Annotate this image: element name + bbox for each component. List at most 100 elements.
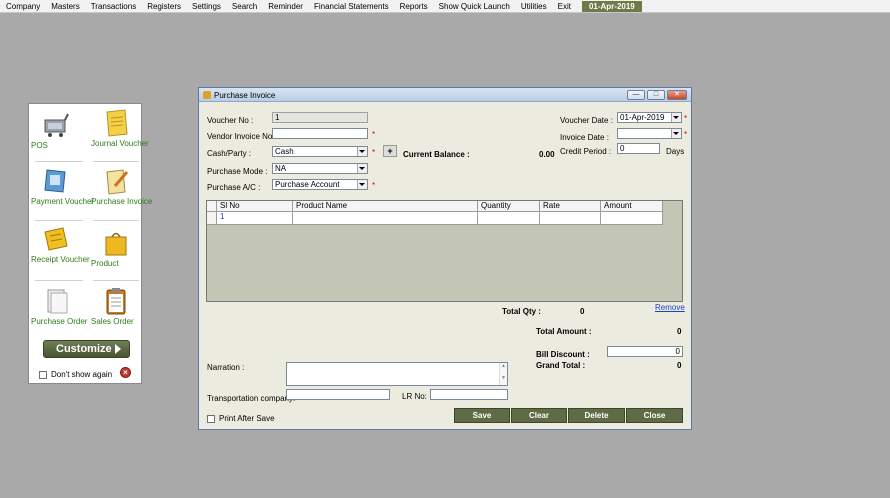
- cell-rate[interactable]: [540, 212, 601, 225]
- separator: [35, 220, 83, 221]
- column-header-rate[interactable]: Rate: [540, 201, 601, 212]
- vendor-invoice-label: Vendor Invoice No :: [207, 132, 277, 141]
- menu-company[interactable]: Company: [6, 2, 40, 11]
- row-header-cell: [207, 201, 217, 212]
- delete-button[interactable]: Delete: [568, 408, 625, 423]
- total-amount-value: 0: [677, 327, 682, 336]
- quicklaunch-journal-voucher[interactable]: Journal Voucher: [91, 108, 149, 148]
- menu-registers[interactable]: Registers: [147, 2, 181, 11]
- invoice-date-label: Invoice Date :: [560, 133, 609, 142]
- quicklaunch-payment-voucher[interactable]: Payment Voucher: [31, 166, 94, 206]
- dont-show-again-option[interactable]: Don't show again: [39, 370, 112, 379]
- purchase-invoice-icon: [106, 169, 129, 195]
- menu-show-quick-launch[interactable]: Show Quick Launch: [439, 2, 510, 11]
- window-title: Purchase Invoice: [214, 91, 276, 100]
- menu-reports[interactable]: Reports: [400, 2, 428, 11]
- payment-voucher-icon: [44, 169, 66, 193]
- dont-show-again-label: Don't show again: [51, 370, 113, 379]
- column-header-amount[interactable]: Amount: [601, 201, 663, 212]
- save-button[interactable]: Save: [454, 408, 510, 423]
- narration-scrollbar[interactable]: ▲ ▼: [499, 363, 507, 385]
- separator: [93, 161, 139, 162]
- narration-label: Narration :: [207, 363, 245, 372]
- cash-party-value: Cash: [275, 147, 294, 156]
- current-balance-label: Current Balance :: [403, 150, 470, 159]
- column-header-quantity[interactable]: Quantity: [478, 201, 540, 212]
- close-button[interactable]: Close: [626, 408, 683, 423]
- quicklaunch-receipt-voucher[interactable]: Receipt Voucher: [31, 224, 90, 264]
- shopping-bag-icon: [105, 232, 127, 256]
- clipboard-icon: [106, 288, 126, 315]
- grand-total-label: Grand Total :: [536, 361, 586, 370]
- print-after-save-option[interactable]: Print After Save: [207, 414, 275, 423]
- menu-search[interactable]: Search: [232, 2, 257, 11]
- menu-settings[interactable]: Settings: [192, 2, 221, 11]
- print-after-save-checkbox[interactable]: [207, 414, 215, 423]
- close-quicklaunch-icon[interactable]: ×: [120, 367, 131, 378]
- customize-button[interactable]: Customize: [43, 340, 130, 358]
- separator: [93, 220, 139, 221]
- grand-total-value: 0: [677, 361, 682, 370]
- total-qty-label: Total Qty :: [502, 307, 541, 316]
- purchase-mode-value: NA: [275, 164, 287, 173]
- menu-masters[interactable]: Masters: [51, 2, 79, 11]
- window-close-button[interactable]: ✕: [667, 90, 687, 100]
- dropdown-arrow-icon: [673, 132, 679, 135]
- title-bar: Purchase Invoice — □ ✕: [199, 88, 691, 102]
- cell-quantity[interactable]: [478, 212, 540, 225]
- cash-party-select[interactable]: Cash: [272, 146, 368, 157]
- quicklaunch-product[interactable]: Product: [91, 228, 141, 268]
- quicklaunch-purchase-order[interactable]: Purchase Order: [31, 286, 87, 326]
- narration-textarea[interactable]: ▲ ▼: [286, 362, 508, 386]
- remove-link[interactable]: Remove: [655, 303, 685, 312]
- dropdown-arrow-icon: [359, 183, 365, 186]
- lr-no-field[interactable]: [430, 389, 508, 400]
- menu-financial-statements[interactable]: Financial Statements: [314, 2, 389, 11]
- dont-show-again-checkbox[interactable]: [39, 370, 47, 379]
- quicklaunch-purchase-invoice[interactable]: Purchase Invoice: [91, 166, 152, 206]
- cell-sl-no[interactable]: 1: [217, 212, 293, 225]
- bill-discount-label: Bill Discount :: [536, 350, 590, 359]
- quicklaunch-label: POS: [31, 141, 48, 150]
- dropdown-arrow-icon: [673, 116, 679, 119]
- separator: [35, 280, 83, 281]
- purchase-mode-select[interactable]: NA: [272, 163, 368, 174]
- quicklaunch-sales-order[interactable]: Sales Order: [91, 286, 141, 326]
- quicklaunch-label: Purchase Invoice: [91, 197, 153, 206]
- cell-product-name[interactable]: [293, 212, 478, 225]
- current-date-badge: 01-Apr-2019: [581, 0, 642, 12]
- purchase-order-icon: [47, 289, 68, 314]
- journal-notepad-icon: [106, 109, 128, 137]
- menu-exit[interactable]: Exit: [558, 2, 571, 11]
- current-balance-value: 0.00: [539, 150, 555, 159]
- transport-field[interactable]: [286, 389, 390, 400]
- product-grid[interactable]: Sl No Product Name Quantity Rate Amount …: [206, 200, 683, 302]
- purchase-ac-value: Purchase Account: [275, 180, 340, 189]
- column-header-product-name[interactable]: Product Name: [293, 201, 478, 212]
- voucher-date-picker[interactable]: 01-Apr-2019: [617, 112, 682, 123]
- transport-label: Transportation company:: [207, 394, 296, 403]
- purchase-ac-select[interactable]: Purchase Account: [272, 179, 368, 190]
- total-qty-value: 0: [580, 307, 585, 316]
- invoice-date-picker[interactable]: [617, 128, 682, 139]
- menu-reminder[interactable]: Reminder: [268, 2, 303, 11]
- menu-utilities[interactable]: Utilities: [521, 2, 547, 11]
- grid-header: Sl No Product Name Quantity Rate Amount: [207, 201, 663, 212]
- menu-transactions[interactable]: Transactions: [91, 2, 137, 11]
- quicklaunch-label: Purchase Order: [31, 317, 88, 326]
- clear-button[interactable]: Clear: [511, 408, 567, 423]
- credit-period-field[interactable]: 0: [617, 143, 660, 154]
- maximize-button[interactable]: □: [647, 90, 665, 100]
- minimize-button[interactable]: —: [627, 90, 645, 100]
- customize-label: Customize: [56, 343, 112, 355]
- vendor-invoice-field[interactable]: [272, 128, 368, 139]
- cell-amount[interactable]: [601, 212, 663, 225]
- credit-period-label: Credit Period :: [560, 147, 612, 156]
- menu-bar: Company Masters Transactions Registers S…: [0, 0, 890, 13]
- bill-discount-field[interactable]: 0: [607, 346, 683, 357]
- quicklaunch-pos[interactable]: POS: [31, 110, 81, 150]
- quicklaunch-label: Journal Voucher: [91, 139, 149, 148]
- column-header-sl-no[interactable]: Sl No: [217, 201, 293, 212]
- add-party-button[interactable]: +: [383, 145, 397, 157]
- table-row[interactable]: 1: [207, 212, 663, 225]
